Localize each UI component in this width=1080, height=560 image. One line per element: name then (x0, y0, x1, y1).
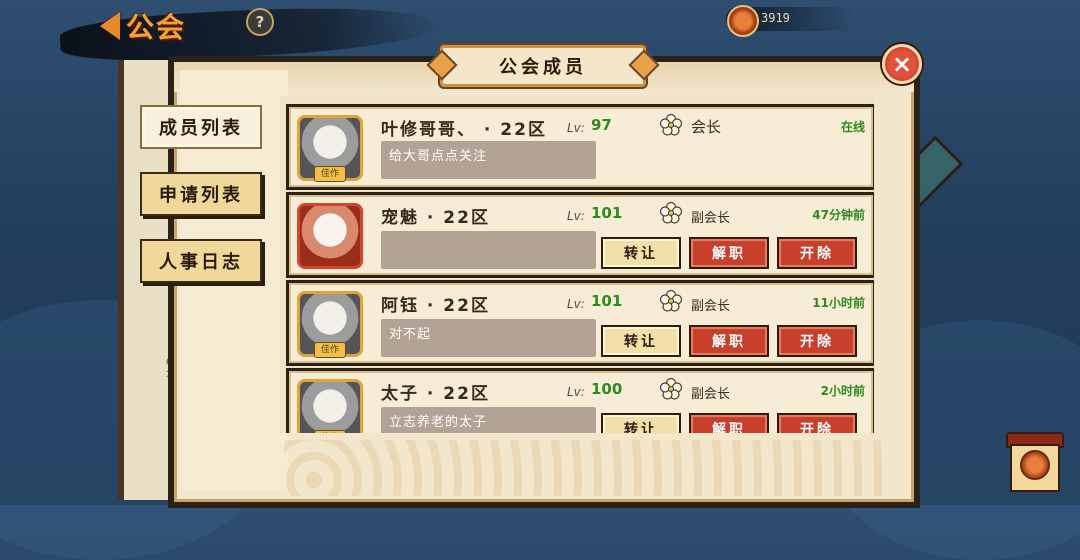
member-row: 佳作 阿钰 · 22区 Lv: 101 副会长 11小时前 对不起 转让 解职 … (286, 280, 874, 366)
member-status: 47分钟前 (812, 208, 865, 222)
back-arrow-icon[interactable] (100, 12, 120, 40)
dismiss-button[interactable]: 解职 (689, 237, 769, 269)
sakura-icon (659, 377, 683, 400)
kick-button[interactable]: 开除 (777, 413, 857, 433)
tab-member-list[interactable]: 成员列表 (140, 105, 262, 149)
kick-button[interactable]: 开除 (777, 325, 857, 357)
member-avatar[interactable]: 佳作 (297, 291, 363, 358)
sakura-icon (659, 201, 683, 224)
panel-cloud-pattern (284, 440, 884, 496)
member-status: 在线 (840, 120, 865, 134)
member-level: 97 (591, 116, 612, 134)
member-name: 太子 · 22区 (381, 384, 490, 404)
header-title-group: 公会 (100, 6, 186, 46)
transfer-button[interactable]: 转让 (601, 325, 681, 357)
shrine-emblem-icon (1020, 450, 1050, 480)
member-list[interactable]: 佳作 叶修哥哥、 · 22区 Lv: 97 会长 在线 给大哥点点关注 宠魅 ·… (280, 96, 874, 433)
currency-value: 3919 (761, 11, 790, 25)
member-row: 佳作 叶修哥哥、 · 22区 Lv: 97 会长 在线 给大哥点点关注 (286, 104, 874, 190)
member-row: 佳作 太子 · 22区 Lv: 100 副会长 2小时前 立志养老的太子 转让 … (286, 368, 874, 433)
member-role: 副会长 (691, 387, 731, 402)
level-label: Lv: (567, 209, 585, 223)
transfer-button[interactable]: 转让 (601, 413, 681, 433)
dismiss-button[interactable]: 解职 (689, 325, 769, 357)
member-role: 副会长 (691, 211, 731, 226)
member-row: 宠魅 · 22区 Lv: 101 副会长 47分钟前 转让 解职 开除 (286, 192, 874, 278)
member-signature (381, 231, 596, 269)
tab-personnel-log[interactable]: 人事日志 (140, 239, 262, 283)
sakura-icon (659, 113, 683, 136)
member-level: 101 (591, 204, 623, 222)
member-name: 宠魅 · 22区 (381, 208, 490, 228)
member-level: 101 (591, 292, 623, 310)
tab-application-list[interactable]: 申请列表 (140, 172, 262, 216)
member-role: 会长 (691, 118, 722, 136)
member-avatar[interactable]: 佳作 (297, 115, 363, 182)
member-avatar[interactable] (297, 203, 363, 269)
close-button[interactable]: × (882, 44, 922, 84)
member-signature: 立志养老的太子 (381, 407, 596, 433)
avatar-badge: 佳作 (314, 430, 346, 433)
member-name: 叶修哥哥、 · 22区 (381, 120, 547, 140)
member-signature: 对不起 (381, 319, 596, 357)
member-status: 2小时前 (820, 384, 865, 398)
level-label: Lv: (567, 297, 585, 311)
level-label: Lv: (567, 121, 585, 135)
member-avatar[interactable]: 佳作 (297, 379, 363, 433)
shrine-button[interactable] (1002, 432, 1064, 496)
transfer-button[interactable]: 转让 (601, 237, 681, 269)
member-level: 100 (591, 380, 623, 398)
dismiss-button[interactable]: 解职 (689, 413, 769, 433)
member-name: 阿钰 · 22区 (381, 296, 490, 316)
panel-title-plaque: 公会成员 (440, 45, 646, 87)
level-label: Lv: (567, 385, 585, 399)
member-signature: 给大哥点点关注 (381, 141, 596, 179)
kick-button[interactable]: 开除 (777, 237, 857, 269)
panel-title: 公会成员 (499, 57, 587, 78)
member-role: 副会长 (691, 299, 731, 314)
member-status: 11小时前 (812, 296, 865, 310)
page-title: 公会 (126, 11, 187, 44)
avatar-badge: 佳作 (314, 166, 346, 182)
sakura-icon (659, 289, 683, 312)
avatar-badge: 佳作 (314, 342, 346, 358)
currency-coin-icon (727, 5, 759, 37)
help-button[interactable]: ? (246, 8, 274, 36)
